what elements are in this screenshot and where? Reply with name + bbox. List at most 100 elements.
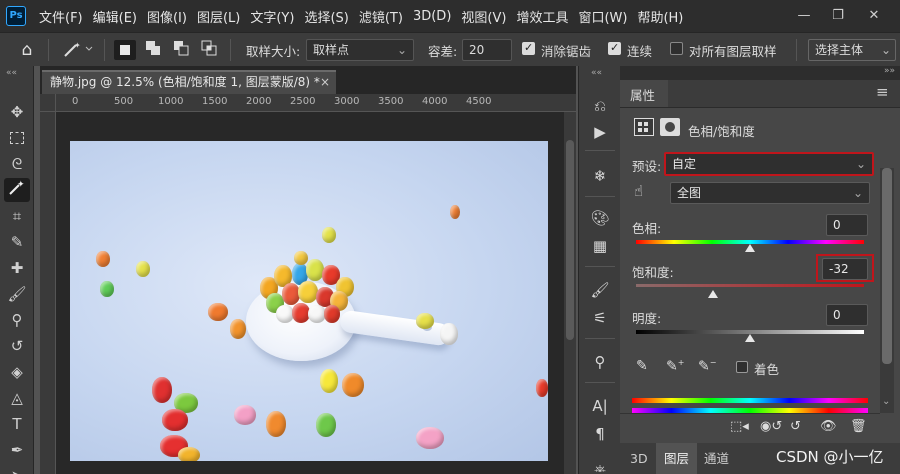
eraser-tool-icon[interactable]: ◈	[4, 360, 30, 384]
properties-scroll-thumb[interactable]	[882, 168, 892, 364]
targeted-adjustment-hand-icon[interactable]: ☝	[634, 182, 654, 202]
menu-edit[interactable]: 编辑(E)	[88, 7, 142, 26]
anti-alias-checkbox[interactable]	[522, 41, 535, 55]
anti-alias-label: 消除锯齿	[541, 44, 592, 59]
tab-layers[interactable]: 图层	[656, 443, 698, 474]
brush-tool-icon[interactable]: 🖌︎	[4, 282, 30, 306]
brush-settings-icon[interactable]: ⚟	[587, 306, 613, 330]
swatches-grid-icon[interactable]: ▦	[587, 234, 613, 258]
actions-play-icon[interactable]: ▶	[587, 120, 613, 144]
subtract-selection-icon[interactable]	[170, 40, 192, 60]
dock-divider	[585, 382, 615, 383]
vertical-ruler[interactable]	[40, 112, 56, 474]
eyedropper-subtract-icon[interactable]: ✎−	[698, 358, 720, 376]
healing-brush-tool-icon[interactable]: ✚	[4, 256, 30, 280]
menu-plugins[interactable]: 增效工具	[511, 7, 573, 26]
menu-filter[interactable]: 滤镜(T)	[354, 7, 408, 26]
menu-3d[interactable]: 3D(D)	[408, 9, 456, 24]
clone-stamp-tool-icon[interactable]: ⚲	[4, 308, 30, 332]
panel-dock: «« ⎌ ▶ ❄ 🎨︎ ▦ 🖌︎ ⚟ ⚲ A| ¶ ⎈	[578, 66, 620, 474]
magic-wand-preset-icon[interactable]: ✦	[60, 40, 96, 60]
character-panel-icon[interactable]: A|	[587, 394, 613, 418]
color-palette-icon[interactable]: 🎨︎	[587, 206, 613, 230]
properties-header: 属性 ≡	[620, 80, 900, 108]
jelly-beans-photo[interactable]	[70, 141, 548, 461]
new-selection-icon[interactable]	[114, 40, 136, 60]
jelly-bean	[234, 405, 256, 425]
saturation-slider-track[interactable]	[636, 284, 864, 287]
colorize-checkbox[interactable]	[736, 361, 748, 373]
delete-trash-icon[interactable]: 🗑︎	[850, 419, 867, 434]
layer-mask-icon[interactable]	[660, 118, 680, 136]
eyedropper-tool-icon[interactable]: ✎	[4, 230, 30, 254]
history-brush-tool-icon[interactable]: ↺	[4, 334, 30, 358]
preset-value: 自定	[672, 157, 697, 171]
clip-to-layer-icon[interactable]: ⬚◂	[730, 419, 749, 434]
ruler-origin[interactable]	[40, 94, 56, 112]
intersect-selection-icon[interactable]	[198, 40, 220, 60]
menu-window[interactable]: 窗口(W)	[573, 7, 632, 26]
move-tool-icon[interactable]: ✥	[4, 100, 30, 124]
document-tab[interactable]: 静物.jpg @ 12.5% (色相/饱和度 1, 图层蒙版/8) * ×	[42, 70, 336, 94]
close-tab-icon[interactable]: ×	[320, 72, 330, 93]
view-previous-icon[interactable]: ◉↺	[760, 419, 782, 434]
tab-channels[interactable]: 通道	[696, 443, 737, 474]
contiguous-checkbox[interactable]	[608, 41, 621, 55]
menu-type[interactable]: 文字(Y)	[245, 7, 299, 26]
pen-tool-icon[interactable]: ✒	[4, 438, 30, 462]
saturation-label: 饱和度:	[632, 265, 674, 280]
ruler-tick-label: 1000	[158, 96, 184, 107]
lightness-slider-handle[interactable]	[745, 334, 755, 342]
eyedropper-icon[interactable]: ✎	[636, 358, 654, 376]
magic-wand-tool-icon[interactable]: ✦	[4, 178, 30, 202]
path-selection-tool-icon[interactable]: ➤	[4, 464, 30, 474]
tab-3d[interactable]: 3D	[622, 443, 656, 474]
collapse-arrows-icon[interactable]: ««	[591, 68, 602, 78]
paragraph-panel-icon[interactable]: ¶	[587, 422, 613, 446]
close-window-button[interactable]: ✕	[860, 4, 888, 28]
paint-bucket-tool-icon[interactable]: ◬	[4, 386, 30, 410]
ruler-tick-label: 4000	[422, 96, 448, 107]
channel-dropdown[interactable]: 全图 ⌄	[670, 182, 870, 204]
add-selection-icon[interactable]	[142, 40, 164, 60]
sample-size-dropdown[interactable]: 取样点 ⌄	[306, 39, 414, 61]
saturation-input[interactable]: -32	[822, 258, 868, 280]
select-subject-button[interactable]: 选择主体 ⌄	[808, 39, 896, 61]
marquee-tool-icon[interactable]	[4, 126, 30, 150]
menu-image[interactable]: 图像(I)	[142, 7, 192, 26]
menu-help[interactable]: 帮助(H)	[632, 7, 688, 26]
tolerance-label: 容差:	[428, 44, 458, 59]
adjustments-panel-icon[interactable]: ❄	[587, 164, 613, 188]
minimize-button[interactable]: —	[790, 4, 818, 28]
menu-select[interactable]: 选择(S)	[299, 7, 353, 26]
restore-button[interactable]: ❐	[824, 4, 852, 28]
scroll-down-icon[interactable]: ⌄	[882, 396, 890, 407]
horizontal-ruler[interactable]: 0 500 1000 1500 2000 2500 3000 3500 4000…	[56, 94, 576, 112]
jelly-bean	[96, 251, 110, 267]
jelly-bean	[298, 281, 318, 303]
saturation-slider-handle[interactable]	[708, 290, 718, 298]
panel-menu-icon[interactable]: ≡	[876, 83, 889, 101]
tolerance-input[interactable]: 20	[462, 39, 512, 61]
menu-layer[interactable]: 图层(L)	[192, 7, 245, 26]
home-icon[interactable]: ⌂	[16, 40, 38, 60]
menu-view[interactable]: 视图(V)	[456, 7, 511, 26]
crop-tool-icon[interactable]: ⌗	[4, 204, 30, 228]
clone-source-icon[interactable]: ⚲	[587, 350, 613, 374]
visibility-eye-icon[interactable]: 👁︎	[820, 419, 837, 434]
lightness-input[interactable]: 0	[826, 304, 868, 326]
hue-slider-handle[interactable]	[745, 244, 755, 252]
brushes-panel-icon[interactable]: 🖌︎	[587, 278, 613, 302]
lasso-tool-icon[interactable]: ᘓ	[4, 152, 30, 176]
canvas-scroll-thumb[interactable]	[566, 140, 574, 340]
menu-file[interactable]: 文件(F)	[34, 7, 88, 26]
hue-input[interactable]: 0	[826, 214, 868, 236]
preset-dropdown[interactable]: 自定 ⌄	[664, 152, 874, 176]
glyphs-panel-icon[interactable]: ⎈	[587, 458, 613, 472]
type-tool-icon[interactable]: T	[4, 412, 30, 436]
eyedropper-add-icon[interactable]: ✎+	[666, 358, 688, 376]
history-panel-icon[interactable]: ⎌	[587, 94, 613, 118]
reset-icon[interactable]: ↺	[790, 419, 801, 434]
expand-arrows-icon[interactable]: »»	[884, 66, 895, 76]
all-layers-checkbox[interactable]	[670, 42, 683, 55]
